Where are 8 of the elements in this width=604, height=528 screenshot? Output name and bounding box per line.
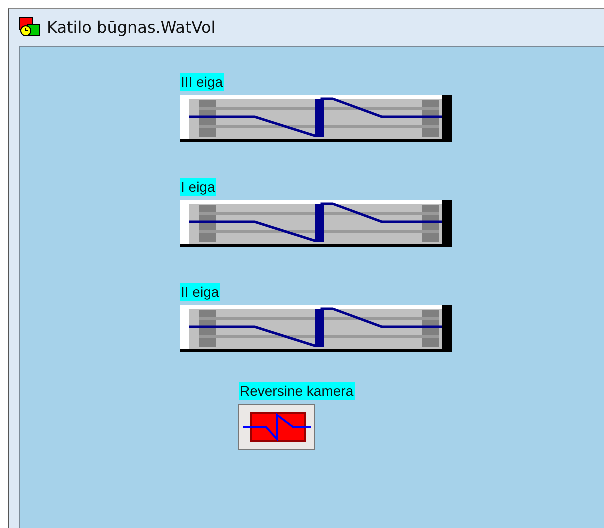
- chamber-label: Reversine kamera: [239, 382, 355, 400]
- window-title: Katilo būgnas.WatVol: [47, 18, 216, 37]
- drum-label: II eiga: [180, 283, 220, 301]
- reversing-chamber-button[interactable]: [238, 404, 315, 450]
- drum-label: III eiga: [180, 73, 224, 91]
- heater-element-icon: [240, 409, 312, 445]
- app-icon: [19, 17, 41, 38]
- drum-label: I eiga: [180, 178, 216, 196]
